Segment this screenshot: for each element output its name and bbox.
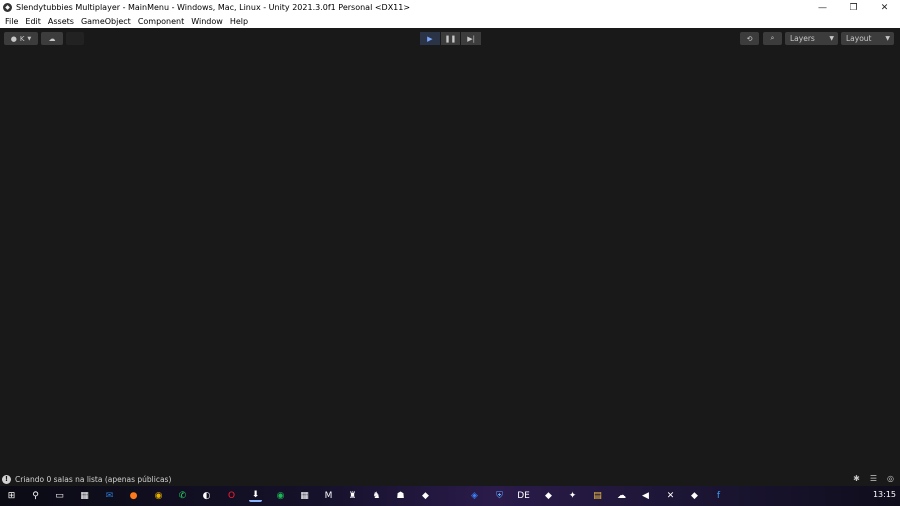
- unity-logo-icon: ◆: [3, 3, 12, 12]
- cloud-icon: ☁: [48, 34, 56, 43]
- play-icon: ▶: [427, 34, 433, 43]
- taskbar-app-x-icon[interactable]: ✕: [664, 489, 677, 502]
- play-button[interactable]: ▶: [420, 32, 440, 45]
- play-controls: ▶ ❚❚ ▶|: [420, 32, 482, 45]
- account-label: K: [19, 34, 25, 43]
- taskbar-app-purple-icon[interactable]: ✦: [566, 489, 579, 502]
- taskbar-opera-icon[interactable]: O: [225, 489, 238, 502]
- taskbar-outlook-icon[interactable]: ✉: [103, 489, 116, 502]
- taskbar-app-de-icon[interactable]: DE: [517, 489, 530, 502]
- status-message[interactable]: Criando 0 salas na lista (apenas pública…: [15, 475, 171, 484]
- chevron-down-icon: ▼: [829, 35, 834, 42]
- menu-gameobject[interactable]: GameObject: [81, 17, 131, 26]
- taskbar-chrome-icon[interactable]: ◉: [152, 489, 165, 502]
- history-icon: ⟲: [746, 34, 753, 43]
- restore-button[interactable]: ❐: [838, 0, 869, 15]
- step-button[interactable]: ▶|: [461, 32, 482, 45]
- taskbar-clock[interactable]: 13:15: [873, 490, 896, 499]
- taskbar-app-blue-icon[interactable]: ◈: [468, 489, 481, 502]
- taskbar-unity-icon[interactable]: ◆: [542, 489, 555, 502]
- taskbar-app-game2-icon[interactable]: ♞: [370, 489, 383, 502]
- menu-edit[interactable]: Edit: [25, 17, 41, 26]
- status-icons: ✱ ☰ ◎: [845, 474, 896, 484]
- taskbar-app-game3-icon[interactable]: ☗: [394, 489, 407, 502]
- taskbar-task-view-icon[interactable]: ▭: [53, 489, 66, 502]
- layout-dropdown[interactable]: Layout ▼: [841, 32, 894, 45]
- taskbar-app-audio-icon[interactable]: ◀: [639, 489, 652, 502]
- menu-file[interactable]: File: [5, 17, 18, 26]
- taskbar-explorer-icon[interactable]: ▤: [591, 489, 604, 502]
- taskbar-app-m-icon[interactable]: M: [322, 489, 335, 502]
- taskbar-app-grid-icon[interactable]: ▦: [298, 489, 311, 502]
- taskbar-steam-icon[interactable]: ◐: [200, 489, 213, 502]
- taskbar-calculator-icon[interactable]: ▦: [78, 489, 91, 502]
- close-button[interactable]: ✕: [869, 0, 900, 15]
- pause-icon: ❚❚: [444, 34, 457, 43]
- collab-button[interactable]: [66, 32, 84, 45]
- taskbar-whatsapp-icon[interactable]: ✆: [176, 489, 189, 502]
- debug-icon[interactable]: ✱: [851, 474, 862, 484]
- chevron-down-icon: ▼: [885, 35, 890, 42]
- layers-dropdown[interactable]: Layers ▼: [785, 32, 838, 45]
- taskbar-app-shield-icon[interactable]: ⛨: [493, 489, 506, 502]
- window-title: Slendytubbies Multiplayer - MainMenu - W…: [16, 3, 411, 12]
- menu-assets[interactable]: Assets: [48, 17, 74, 26]
- cache-server-icon[interactable]: ☰: [868, 474, 879, 484]
- cloud-button[interactable]: ☁: [41, 32, 63, 45]
- taskbar-unity-2-icon[interactable]: ◆: [688, 489, 701, 502]
- taskbar-firefox-icon[interactable]: ●: [127, 489, 140, 502]
- progress-icon[interactable]: ◎: [885, 474, 896, 484]
- taskbar-search-icon[interactable]: ⚲: [29, 489, 42, 502]
- editor-main-area[interactable]: [0, 48, 900, 472]
- taskbar-app-dark-icon[interactable]: ◆: [419, 489, 432, 502]
- taskbar-start-icon[interactable]: ⊞: [5, 489, 18, 502]
- search-icon: ⌕: [770, 34, 775, 42]
- menu-help[interactable]: Help: [230, 17, 248, 26]
- window-controls: — ❐ ✕: [807, 0, 900, 15]
- menu-bar: File Edit Assets GameObject Component Wi…: [0, 15, 900, 28]
- taskbar-installer-icon[interactable]: ⬇: [249, 489, 262, 502]
- taskbar-app-game1-icon[interactable]: ♜: [346, 489, 359, 502]
- history-button[interactable]: ⟲: [740, 32, 759, 45]
- info-icon: !: [2, 474, 11, 484]
- menu-window[interactable]: Window: [191, 17, 223, 26]
- account-icon: ●: [10, 34, 17, 43]
- status-bar: ! Criando 0 salas na lista (apenas públi…: [0, 472, 900, 486]
- step-icon: ▶|: [467, 34, 476, 43]
- taskbar-app-f-icon[interactable]: f: [712, 489, 725, 502]
- search-button[interactable]: ⌕: [763, 32, 782, 45]
- layers-label: Layers: [790, 34, 815, 43]
- account-dropdown[interactable]: ● K ▼: [4, 32, 38, 45]
- layout-label: Layout: [846, 34, 872, 43]
- pause-button[interactable]: ❚❚: [440, 32, 461, 45]
- chevron-down-icon: ▼: [27, 35, 32, 42]
- title-bar: ◆ Slendytubbies Multiplayer - MainMenu -…: [0, 0, 900, 15]
- menu-component[interactable]: Component: [138, 17, 184, 26]
- taskbar-spotify-icon[interactable]: ◉: [274, 489, 287, 502]
- minimize-button[interactable]: —: [807, 0, 838, 15]
- taskbar-app-cloud-icon[interactable]: ☁: [615, 489, 628, 502]
